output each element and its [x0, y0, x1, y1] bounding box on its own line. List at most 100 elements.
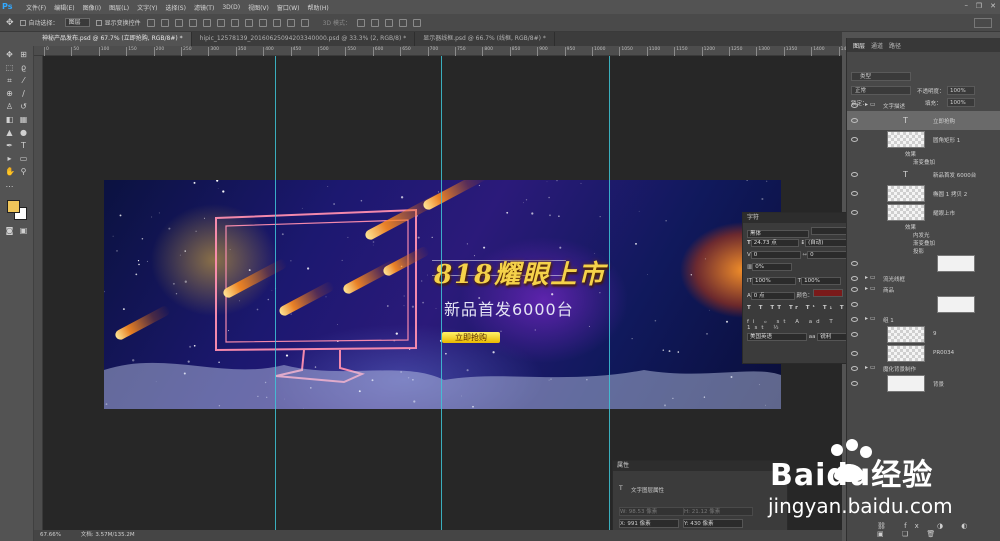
visibility-eye-icon[interactable]	[851, 275, 858, 281]
tab-paths[interactable]: 路径	[889, 41, 901, 50]
layer-row[interactable]	[847, 295, 1000, 314]
x-field[interactable]: X: 991 像素	[619, 519, 679, 528]
visibility-eye-icon[interactable]	[851, 380, 858, 386]
zoom-tool-icon[interactable]: ⚲	[19, 167, 28, 176]
align-bottom-icon[interactable]	[174, 18, 183, 27]
tab-channels[interactable]: 通道	[871, 41, 883, 50]
layer-row[interactable]: ▸ ▭ 组 1	[847, 314, 1000, 325]
workspace-icon[interactable]	[974, 18, 992, 28]
layer-row[interactable]: 耀眼上市	[847, 203, 1000, 222]
3d-scale-icon[interactable]	[412, 18, 421, 27]
layer-row[interactable]: 背景	[847, 374, 1000, 393]
visibility-eye-icon[interactable]	[851, 209, 858, 215]
layer-row[interactable]: T 新品首发 6000台	[847, 165, 1000, 184]
menu-edit[interactable]: 编辑(E)	[54, 3, 74, 12]
gradient-tool-icon[interactable]: ▦	[19, 115, 28, 124]
move-tool-icon[interactable]: ✥	[5, 50, 14, 59]
visibility-eye-icon[interactable]	[851, 171, 858, 177]
healing-tool-icon[interactable]: ⊕	[5, 89, 14, 98]
layer-row[interactable]: 圆角矩形 1	[847, 130, 1000, 149]
align-hcenter-icon[interactable]	[202, 18, 211, 27]
blend-mode-select[interactable]: 正常	[851, 86, 911, 95]
menu-image[interactable]: 图像(I)	[83, 3, 101, 12]
3d-roll-icon[interactable]	[370, 18, 379, 27]
faux-italic-button[interactable]: T	[759, 305, 766, 311]
layer-row[interactable]: 9	[847, 325, 1000, 344]
buy-now-button[interactable]: 立即抢购	[442, 332, 500, 343]
folder-icon[interactable]: ▸ ▭	[865, 101, 876, 108]
tab-layers[interactable]: 图层	[853, 41, 865, 50]
y-field[interactable]: Y: 430 像素	[683, 519, 743, 528]
3d-pan-icon[interactable]	[384, 18, 393, 27]
eraser-tool-icon[interactable]: ◧	[5, 115, 14, 124]
distribute-top-icon[interactable]	[230, 18, 239, 27]
blur-tool-icon[interactable]: ▲	[5, 128, 14, 137]
language-select[interactable]: 美国英语	[747, 333, 807, 341]
menu-3d[interactable]: 3D(D)	[222, 4, 240, 11]
distribute-vcenter-icon[interactable]	[244, 18, 253, 27]
path-select-icon[interactable]: ▸	[5, 154, 14, 163]
minimize-icon[interactable]: –	[965, 1, 969, 9]
visibility-eye-icon[interactable]	[851, 316, 858, 322]
layer-filter-kind[interactable]: 类型	[851, 72, 911, 81]
layer-row[interactable]: PR0034	[847, 344, 1000, 363]
tab-document-2[interactable]: hipic_12578139_20160625094203340000.psd …	[192, 32, 416, 46]
more-tools-icon[interactable]: …	[5, 180, 14, 189]
visibility-eye-icon[interactable]	[851, 102, 858, 108]
kerning-input[interactable]: 0	[750, 251, 801, 259]
faux-bold-button[interactable]: T	[747, 305, 754, 311]
text-style-buttons[interactable]: T T TT Tr T¹ T₁ T T	[747, 305, 858, 311]
hand-tool-icon[interactable]: ✋	[5, 167, 15, 176]
3d-rotate-icon[interactable]	[356, 18, 365, 27]
show-transform-checkbox[interactable]	[95, 19, 102, 26]
crop-tool-icon[interactable]: ⌗	[5, 76, 14, 85]
3d-slide-icon[interactable]	[398, 18, 407, 27]
opacity-input[interactable]: 100%	[947, 86, 975, 95]
layer-row[interactable]: 椭圆 1 拷贝 2	[847, 184, 1000, 203]
horizontal-scale-input[interactable]: 100%	[801, 277, 842, 285]
layer-row[interactable]: ▸ ▭ 商品	[847, 284, 1000, 295]
pen-tool-icon[interactable]: ✒	[5, 141, 14, 150]
zoom-level[interactable]: 67.66%	[40, 532, 61, 538]
align-right-icon[interactable]	[216, 18, 225, 27]
font-family-select[interactable]: 黑体	[747, 230, 809, 238]
menu-help[interactable]: 帮助(H)	[308, 3, 329, 12]
subscript-button[interactable]: T₁	[823, 305, 835, 311]
layer-row[interactable]: 投影	[847, 246, 1000, 255]
stamp-tool-icon[interactable]: ♙	[5, 102, 14, 111]
move-tool-icon[interactable]: ✥	[6, 18, 14, 28]
restore-icon[interactable]: ❐	[976, 2, 982, 10]
layer-row[interactable]: T 立即抢购	[847, 111, 1000, 130]
guide-line[interactable]	[275, 56, 276, 530]
tsume-input[interactable]: 0%	[752, 263, 793, 271]
eyedropper-tool-icon[interactable]: ⁄	[19, 76, 28, 85]
folder-icon[interactable]: ▸ ▭	[865, 285, 876, 292]
vertical-scale-input[interactable]: 100%	[751, 277, 796, 285]
menu-file[interactable]: 文件(F)	[26, 3, 46, 12]
menu-window[interactable]: 窗口(W)	[277, 3, 300, 12]
visibility-eye-icon[interactable]	[851, 301, 858, 307]
layer-row[interactable]: 效果	[847, 222, 1000, 231]
auto-select-dropdown[interactable]: 图层	[64, 18, 90, 27]
brush-tool-icon[interactable]: ∕	[19, 89, 28, 98]
layer-row[interactable]: 渐变叠加	[847, 157, 1000, 166]
layer-row[interactable]: 内发光	[847, 230, 1000, 239]
height-field[interactable]: H: 21.12 像素	[683, 507, 753, 516]
canvas-area[interactable]: 818耀眼上市 新品首发6000台 立即抢购	[43, 56, 842, 530]
width-field[interactable]: W: 98.53 像素	[619, 507, 689, 516]
superscript-button[interactable]: T¹	[806, 305, 818, 311]
menu-filter[interactable]: 滤镜(T)	[194, 3, 214, 12]
tab-document-3[interactable]: 显示器线框.psd @ 66.7% (线框, RGB/8#) *	[415, 32, 555, 46]
type-tool-icon[interactable]: T	[19, 141, 28, 150]
visibility-eye-icon[interactable]	[851, 365, 858, 371]
text-color-swatch[interactable]	[813, 289, 844, 297]
distribute-hcenter-icon[interactable]	[286, 18, 295, 27]
lasso-tool-icon[interactable]: ϱ	[19, 63, 28, 72]
layer-row[interactable]: ▸ ▭ 文字描述	[847, 100, 1000, 111]
distribute-bottom-icon[interactable]	[258, 18, 267, 27]
font-size-input[interactable]: 24.73 点	[750, 239, 799, 247]
tab-document-1[interactable]: 神秘产品发布.psd @ 67.7% (立即抢购, RGB/8#) *	[34, 32, 192, 46]
visibility-eye-icon[interactable]	[851, 190, 858, 196]
align-vcenter-icon[interactable]	[160, 18, 169, 27]
layer-row[interactable]: 效果	[847, 149, 1000, 158]
